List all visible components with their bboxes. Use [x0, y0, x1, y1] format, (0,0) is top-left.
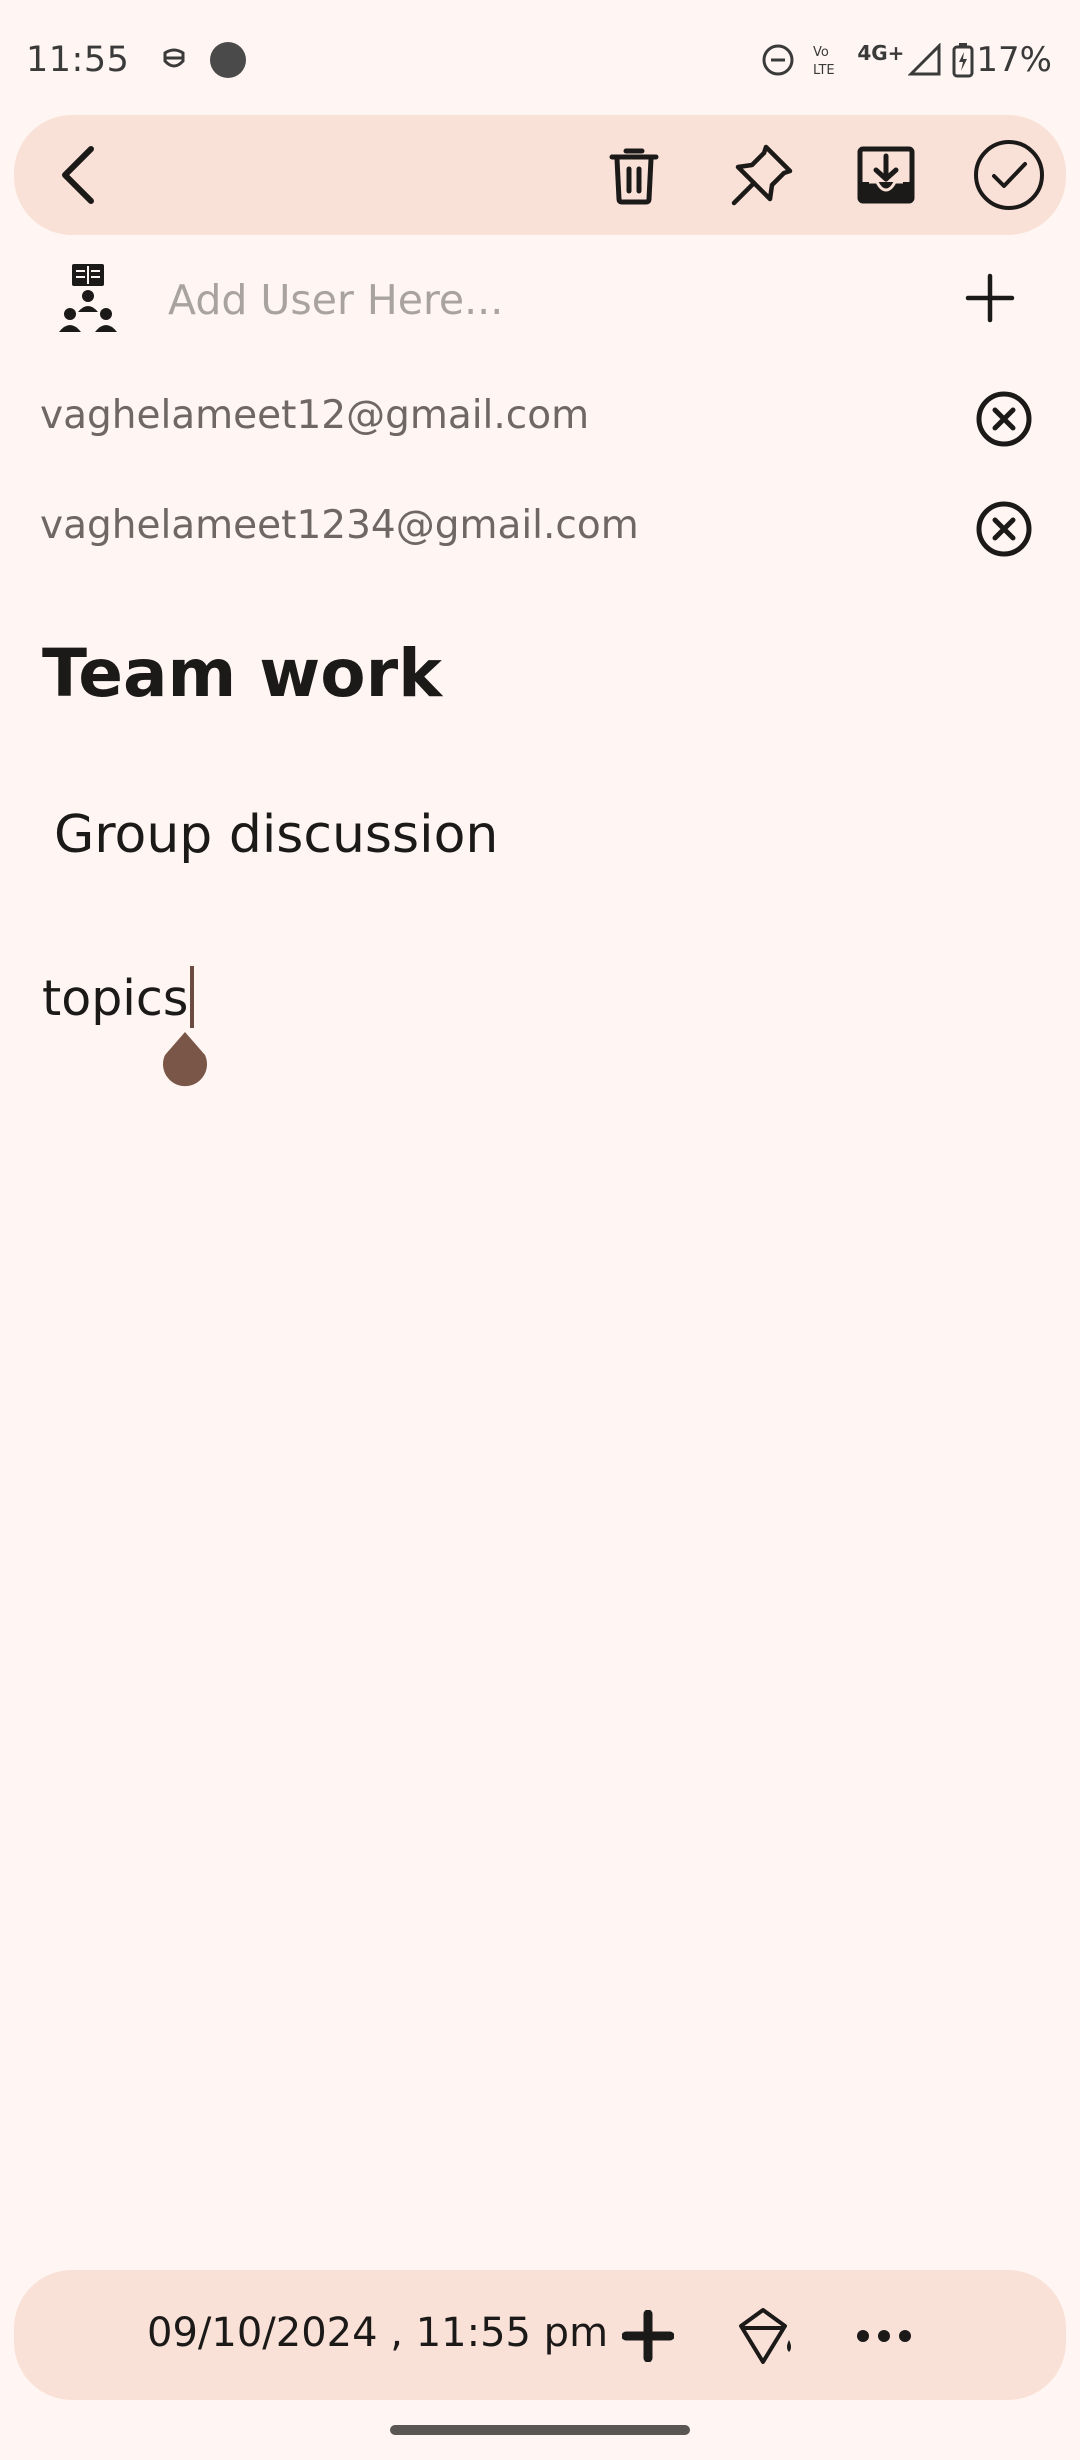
caret-handle[interactable]: [160, 1030, 210, 1088]
note-body-text: topics: [42, 970, 189, 1027]
remove-user-button[interactable]: [975, 390, 1033, 448]
save-button[interactable]: [848, 137, 924, 213]
svg-text:Vo: Vo: [813, 45, 829, 60]
add-item-button[interactable]: [618, 2306, 678, 2366]
user-row: vaghelameet12@gmail.com: [0, 373, 1080, 463]
notification-app-icon: [159, 45, 189, 75]
close-circle-icon: [976, 501, 1032, 557]
note-body-field[interactable]: topics: [42, 966, 195, 1028]
signal-icon: [908, 43, 942, 77]
user-email: vaghelameet1234@gmail.com: [40, 503, 639, 548]
plus-bold-icon: [622, 2310, 674, 2362]
note-title[interactable]: Team work: [42, 635, 442, 712]
battery-percent: 17%: [976, 40, 1052, 80]
pin-icon: [731, 144, 793, 206]
network-type-icon: 4G+: [857, 41, 904, 65]
status-right: Vo LTE 4G+ 17%: [761, 40, 1052, 80]
status-time: 11:55: [26, 40, 130, 80]
pin-button[interactable]: [724, 137, 800, 213]
trash-icon: [609, 148, 659, 205]
check-circle-icon: [974, 140, 1044, 210]
user-row: vaghelameet1234@gmail.com: [0, 483, 1080, 573]
add-user-row: [0, 250, 1080, 350]
note-subtitle[interactable]: Group discussion: [54, 805, 498, 865]
paint-bucket-icon: [739, 2308, 791, 2364]
plus-icon: [965, 273, 1015, 323]
recording-dot-icon: [209, 41, 247, 79]
delete-button[interactable]: [599, 140, 669, 210]
close-circle-icon: [976, 391, 1032, 447]
status-bar: 11:55 Vo LTE 4G+ 17%: [0, 0, 1080, 120]
status-left: 11:55: [26, 40, 247, 80]
top-toolbar: [14, 115, 1066, 235]
volte-icon: Vo LTE: [811, 42, 851, 78]
more-horizontal-icon: [857, 2330, 911, 2342]
dnd-icon: [761, 43, 795, 77]
bottom-bar: 09/10/2024 , 11:55 pm: [14, 2270, 1066, 2400]
add-user-input[interactable]: [168, 270, 928, 330]
remove-user-button[interactable]: [975, 500, 1033, 558]
done-button[interactable]: [969, 135, 1049, 215]
back-button[interactable]: [42, 140, 112, 210]
collaborators-icon: [58, 262, 118, 338]
save-download-icon: [857, 146, 915, 204]
back-arrow-icon: [62, 146, 94, 204]
battery-charging-icon: [952, 42, 974, 78]
text-caret: [190, 966, 195, 1028]
network-type-label: 4G+: [857, 41, 905, 65]
svg-text:LTE: LTE: [813, 63, 835, 78]
more-options-button[interactable]: [849, 2306, 919, 2366]
note-timestamp: 09/10/2024 , 11:55 pm: [147, 2310, 609, 2356]
user-email: vaghelameet12@gmail.com: [40, 393, 590, 438]
background-color-button[interactable]: [732, 2302, 800, 2370]
gesture-nav-handle[interactable]: [390, 2425, 690, 2435]
add-user-button[interactable]: [960, 268, 1020, 328]
